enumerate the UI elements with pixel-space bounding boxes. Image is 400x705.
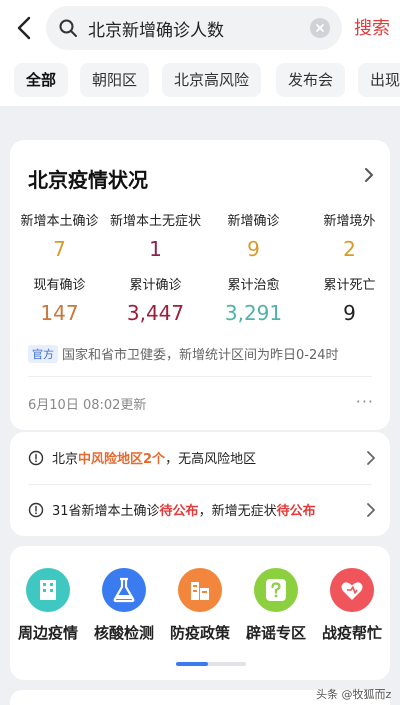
- service-prevention-policy[interactable]: 防疫政策: [162, 568, 238, 643]
- updated-time: 6月10日 08:02更新: [28, 398, 147, 413]
- tab-more[interactable]: 出现: [358, 63, 400, 97]
- alert-circle-icon: [28, 450, 44, 466]
- stat-new-local-asymptomatic: 新增本土无症状 1: [108, 210, 203, 261]
- search-box: [46, 6, 342, 50]
- stat-value: 147: [40, 301, 79, 325]
- tab-press-conference[interactable]: 发布会: [276, 63, 346, 97]
- back-arrow-icon[interactable]: [12, 14, 38, 42]
- stat-label: 新增境外: [323, 214, 376, 229]
- search-icon: [59, 19, 77, 37]
- tab-chaoyang[interactable]: 朝阳区: [80, 63, 150, 97]
- official-source-text: 国家和省市卫健委，新增统计区间为昨日0-24时: [62, 348, 339, 363]
- stat-new-local-confirmed: 新增本土确诊 7: [12, 210, 107, 261]
- chevron-right-icon[interactable]: [362, 166, 376, 184]
- service-nearby-epidemic[interactable]: 周边疫情: [10, 568, 86, 643]
- alert-circle-icon: [28, 502, 44, 518]
- risk-notices-card: 北京中风险地区2个，无高风险地区 31省新增本土确诊待公布，新增无症状待公布: [10, 432, 390, 536]
- notice-prefix: 31省新增本土确诊: [52, 504, 160, 519]
- watermark: 头条 @牧狐而z: [316, 688, 392, 701]
- service-grid-card: 周边疫情 核酸检测 防疫政策 辟谣专区 战疫帮忙: [10, 546, 390, 680]
- covid-status-card: 北京疫情状况 新增本土确诊 7 新增本土无症状 1 新增确诊 9 新增境外 2 …: [10, 140, 390, 430]
- notice-highlight: 中风险地区2个: [78, 452, 166, 467]
- divider: [28, 376, 372, 377]
- service-rumor-debunk[interactable]: 辟谣专区: [238, 568, 314, 643]
- stat-label: 累计治愈: [227, 278, 280, 293]
- service-label: 战疫帮忙: [321, 624, 382, 642]
- stat-current-confirmed: 现有确诊 147: [12, 274, 107, 325]
- official-badge: 官方: [28, 345, 58, 363]
- stat-value: 7: [53, 237, 66, 261]
- stat-total-recovered: 累计治愈 3,291: [206, 274, 301, 325]
- page-indicator-active: [176, 662, 208, 666]
- service-label: 周边疫情: [17, 624, 78, 642]
- more-options-icon[interactable]: ···: [356, 392, 374, 411]
- stat-label: 累计死亡: [323, 278, 376, 293]
- stat-value: 1: [149, 237, 162, 261]
- policy-building-icon: [178, 568, 222, 612]
- search-button[interactable]: 搜索: [354, 14, 390, 40]
- tab-all[interactable]: 全部: [14, 63, 69, 97]
- stat-new-confirmed: 新增确诊 9: [206, 210, 301, 261]
- service-fight-epidemic-help[interactable]: 战疫帮忙: [314, 568, 390, 643]
- card-title[interactable]: 北京疫情状况: [28, 164, 148, 193]
- stat-value: 9: [247, 237, 260, 261]
- tab-beijing-high-risk[interactable]: 北京高风险: [162, 63, 262, 97]
- stat-label: 新增确诊: [227, 214, 280, 229]
- stat-label: 新增本土无症状: [109, 214, 201, 229]
- stat-value: 3,291: [224, 301, 283, 325]
- stat-label: 现有确诊: [33, 278, 86, 293]
- stat-total-deaths: 累计死亡 9: [302, 274, 397, 325]
- stat-value: 2: [343, 237, 356, 261]
- notice-risk-areas[interactable]: 北京中风险地区2个，无高风险地区: [10, 432, 390, 484]
- top-bar: 搜索: [0, 0, 400, 56]
- service-label: 防疫政策: [169, 624, 230, 642]
- chevron-right-icon: [367, 503, 375, 517]
- stat-value: 9: [343, 301, 356, 325]
- notice-text: 北京中风险地区2个，无高风险地区: [52, 448, 256, 467]
- chevron-right-icon: [367, 451, 375, 465]
- official-source: 官方 国家和省市卫健委，新增统计区间为昨日0-24时: [28, 344, 339, 363]
- filter-tabs: 全部 朝阳区 北京高风险 发布会 出现: [0, 56, 400, 106]
- page-indicator: [176, 662, 246, 666]
- stat-new-imported: 新增境外 2: [302, 210, 397, 261]
- flask-icon: [102, 568, 146, 612]
- notice-prefix: 北京: [52, 452, 79, 467]
- notice-highlight-2: 待公布: [276, 504, 316, 519]
- notice-31-provinces[interactable]: 31省新增本土确诊待公布，新增无症状待公布: [10, 484, 390, 536]
- stat-label: 新增本土确诊: [20, 214, 99, 229]
- service-label: 辟谣专区: [245, 624, 306, 642]
- building-icon: [26, 568, 70, 612]
- stat-value: 3,447: [126, 301, 185, 325]
- stat-total-confirmed: 累计确诊 3,447: [108, 274, 203, 325]
- clear-icon[interactable]: [310, 18, 330, 38]
- heart-icon: [330, 568, 374, 612]
- notice-middle: ，新增无症状: [198, 504, 277, 519]
- search-input[interactable]: [88, 15, 298, 41]
- service-nucleic-test[interactable]: 核酸检测: [86, 568, 162, 643]
- notice-suffix: ，无高风险地区: [165, 452, 257, 467]
- service-label: 核酸检测: [93, 624, 154, 642]
- notice-highlight: 待公布: [159, 504, 199, 519]
- question-icon: [254, 568, 298, 612]
- notice-text: 31省新增本土确诊待公布，新增无症状待公布: [52, 500, 316, 519]
- stat-label: 累计确诊: [129, 278, 182, 293]
